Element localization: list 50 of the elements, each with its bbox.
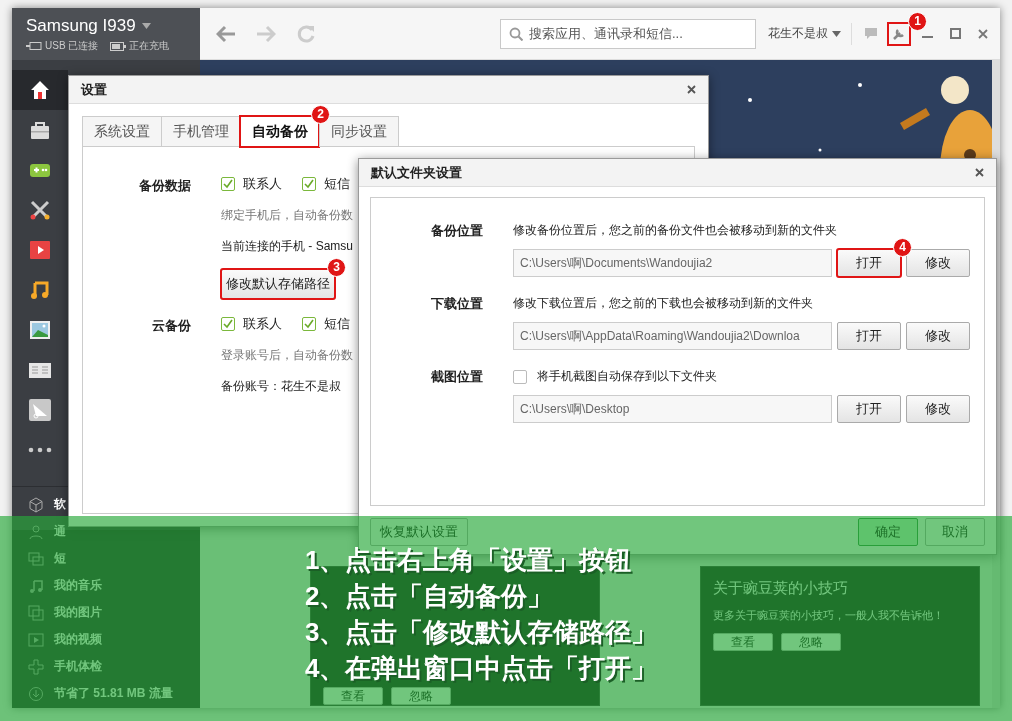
traffic-saved: 节省了 51.81 MB 流量	[54, 685, 173, 702]
tip-button[interactable]: 忽略	[781, 633, 841, 651]
row-label: 备份位置	[430, 222, 483, 240]
note-text: 修改备份位置后，您之前的备份文件也会被移动到新的文件夹	[513, 222, 837, 239]
tip-button[interactable]: 查看	[713, 633, 773, 651]
section-label: 备份数据	[138, 177, 191, 195]
checkbox-label: 短信	[324, 175, 350, 193]
change-button[interactable]: 修改	[906, 395, 970, 423]
dialog-title: 默认文件夹设置	[371, 163, 462, 182]
open-button[interactable]: 打开	[837, 395, 901, 423]
step-badge: 1	[908, 11, 927, 31]
tab[interactable]: 手机管理	[161, 116, 240, 147]
path-field[interactable]: C:\Users\啊\Desktop	[513, 395, 832, 423]
checkbox-label: 短信	[324, 315, 350, 333]
path-field[interactable]: C:\Users\啊\Documents\Wandoujia2	[513, 249, 832, 277]
account-menu[interactable]: 花生不是叔	[768, 25, 828, 42]
open-button[interactable]: 打开	[837, 249, 901, 277]
checkbox-label: 联系人	[243, 175, 282, 193]
change-path-button[interactable]: 修改默认存储路径	[221, 269, 335, 299]
step-badge: 3	[327, 258, 346, 277]
search-field[interactable]: 搜索应用、通讯录和短信...	[500, 18, 756, 49]
change-button[interactable]: 修改	[906, 322, 970, 350]
dialog-title: 设置	[81, 80, 107, 99]
reset-button[interactable]: 恢复默认设置	[370, 518, 468, 546]
checkbox-label: 将手机截图自动保存到以下文件夹	[537, 368, 717, 385]
tip-title: 关于豌豆荚的小技巧	[713, 579, 849, 598]
checkbox-label: 联系人	[243, 315, 282, 333]
note-text: 修改下载位置后，您之前的下载也会被移动到新的文件夹	[513, 295, 813, 312]
info-text: 当前连接的手机 - Samsu	[221, 238, 353, 255]
card-button[interactable]: 查看	[323, 687, 383, 705]
step-text: 4、在弹出窗口中点击「打开」	[305, 652, 658, 685]
charge-status: 正在充电	[129, 39, 170, 53]
open-button[interactable]: 打开	[837, 322, 901, 350]
card-button[interactable]: 忽略	[391, 687, 451, 705]
row-label: 下载位置	[430, 295, 483, 313]
step-text: 1、点击右上角「设置」按钮	[305, 544, 632, 577]
hint-text: 登录账号后，自动备份数	[221, 347, 353, 364]
step-text: 3、点击「修改默认存储路径」	[305, 616, 658, 649]
row-label: 截图位置	[430, 368, 483, 386]
path-field[interactable]: C:\Users\啊\AppData\Roaming\Wandoujia2\Downloa	[513, 322, 832, 350]
usb-status: USB 已连接	[45, 39, 99, 53]
device-name: Samsung I939	[26, 16, 136, 36]
sidebar-menu-item[interactable]: 软	[54, 496, 66, 513]
change-button[interactable]: 修改	[906, 249, 970, 277]
hint-text: 绑定手机后，自动备份数	[221, 207, 353, 224]
section-label: 云备份	[151, 317, 191, 335]
cancel-button[interactable]: 取消	[925, 518, 985, 546]
tab[interactable]: 系统设置	[82, 116, 161, 147]
info-text: 备份账号：花生不是叔	[221, 378, 341, 395]
step-text: 2、点击「自动备份」	[305, 580, 554, 613]
